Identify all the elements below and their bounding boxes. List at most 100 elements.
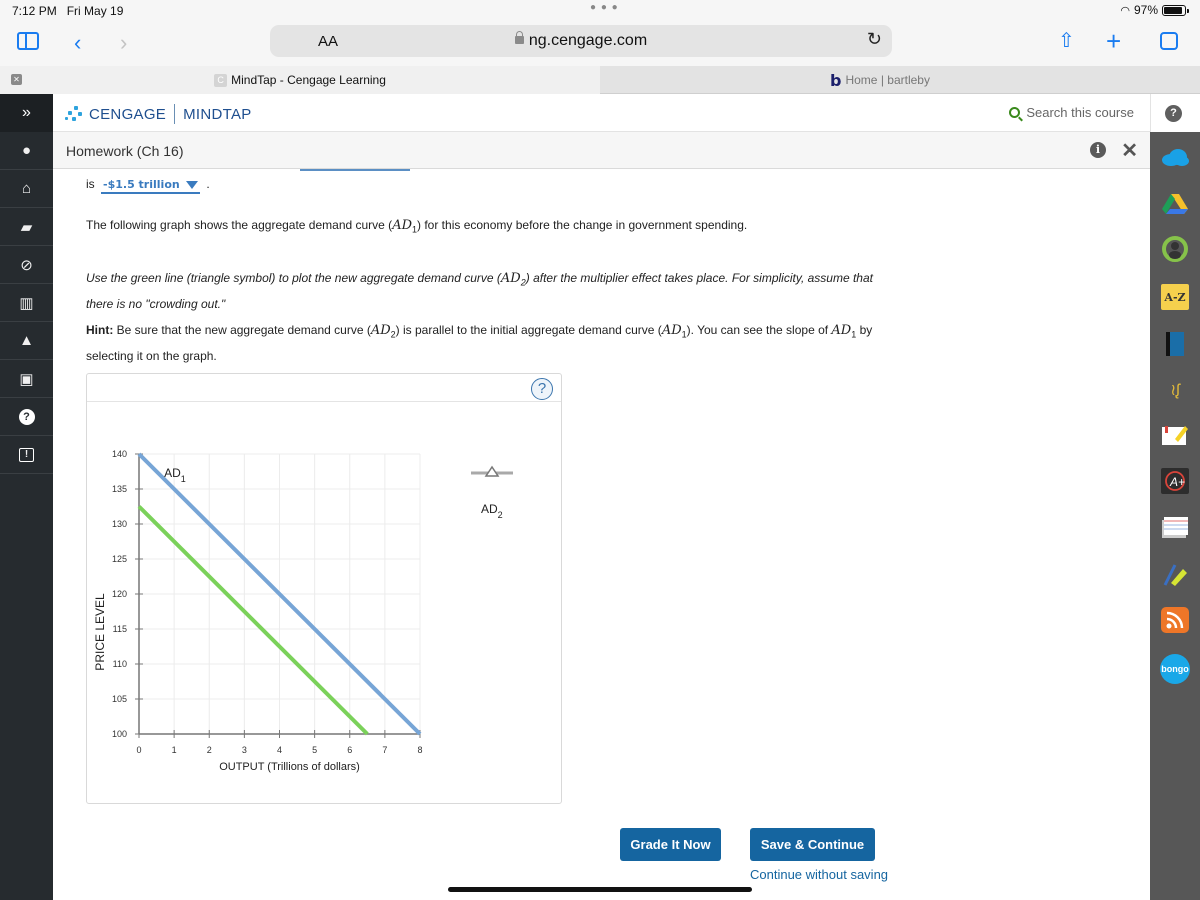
cengage-mindtap-logo[interactable]: CENGAGE MINDTAP: [65, 104, 252, 124]
tabs-overview-icon[interactable]: [1160, 32, 1178, 50]
reload-icon[interactable]: ↻: [867, 29, 882, 50]
home-icon: ⌂: [21, 180, 32, 197]
ad-chart[interactable]: 0 1 2 3 4 5 6 7 8 100 105 110 115 120 125 130 135 140 PRI…: [87, 402, 561, 802]
nav-compass[interactable]: ⊘: [0, 246, 53, 284]
tab-bartleby[interactable]: b Home | bartleby: [600, 66, 1160, 94]
battery-percent: 97%: [1133, 3, 1158, 17]
series-line-ad2: [137, 505, 369, 736]
y-tick-label: 130: [112, 519, 127, 529]
briefcase-icon: ▣: [19, 370, 34, 388]
cengage-favicon-icon: C: [214, 73, 228, 87]
back-icon[interactable]: ‹: [74, 32, 81, 54]
x-axis-label: OUTPUT (Trillions of dollars): [219, 761, 360, 773]
x-tick-label: 7: [382, 745, 387, 755]
book-icon: ▰: [20, 218, 33, 236]
answer-dropdown[interactable]: -$1.5 trillion: [101, 178, 200, 194]
x-tick-label: 6: [347, 745, 352, 755]
tab-bar: ✕ C MindTap - Cengage Learning b Home | …: [0, 66, 1200, 94]
glossary-icon[interactable]: A-Z: [1161, 284, 1189, 310]
continue-without-saving-link[interactable]: Continue without saving: [750, 867, 888, 882]
open-book-icon: ▥: [19, 294, 34, 312]
y-tick-label: 135: [112, 484, 127, 494]
nav-home[interactable]: ⌂: [0, 170, 53, 208]
feedback-icon: !: [19, 447, 34, 462]
x-tick-label: 0: [136, 745, 141, 755]
graph-panel: ? 0 1 2 3 4 5 6 7 8 100 105 110 115 120 125 130 135 140 P…: [86, 373, 562, 804]
compass-icon: ⊘: [20, 256, 33, 274]
notes-icon[interactable]: [1161, 422, 1189, 448]
y-axis-label: PRICE LEVEL: [93, 593, 107, 671]
help-area: ?: [1150, 94, 1200, 132]
ebook-icon[interactable]: [1161, 331, 1189, 357]
onedrive-icon[interactable]: [1161, 144, 1189, 170]
dropdown-arrow-icon: [185, 181, 198, 189]
answer-line: is -$1.5 trillion .: [86, 177, 210, 194]
flashcards-icon[interactable]: [1161, 514, 1189, 540]
info-icon[interactable]: i: [1090, 142, 1106, 158]
url-text[interactable]: ng.cengage.com: [270, 31, 892, 50]
x-tick-label: 3: [242, 745, 247, 755]
cengage-logo-icon: [65, 106, 83, 122]
chart-ticks: 0 1 2 3 4 5 6 7 8 100 105 110 115 120 125 130 135 140: [112, 449, 423, 755]
question-content: is -$1.5 trillion . The following graph …: [53, 169, 1150, 900]
search-icon: [1009, 107, 1021, 118]
forward-icon[interactable]: ›: [120, 32, 127, 54]
google-drive-icon[interactable]: [1161, 191, 1189, 217]
left-nav: » ● ⌂ ▰ ⊘ ▥ ▲ ▣ ? !: [0, 94, 53, 900]
graph-help-button[interactable]: ?: [531, 378, 553, 400]
lock-icon: [514, 31, 524, 44]
y-tick-label: 120: [112, 589, 127, 599]
nav-career[interactable]: ▣: [0, 360, 53, 398]
x-tick-label: 2: [207, 745, 212, 755]
course-search[interactable]: Search this course: [1009, 105, 1134, 120]
activity-header: Homework (Ch 16) i ✕: [53, 132, 1150, 169]
status-bar: 7:12 PM Fri May 19 ● ● ● ◠ 97%: [0, 0, 1200, 22]
sidebar-toggle-icon[interactable]: [17, 32, 39, 50]
home-indicator[interactable]: [448, 887, 752, 892]
prior-content-edge: [53, 169, 1150, 171]
tab-mindtap[interactable]: ✕ C MindTap - Cengage Learning: [0, 66, 600, 94]
expand-nav-button[interactable]: »: [0, 94, 53, 132]
rss-icon[interactable]: [1161, 607, 1189, 633]
nav-reader[interactable]: ▥: [0, 284, 53, 322]
nav-grades[interactable]: ▲: [0, 322, 53, 360]
multitask-dots[interactable]: ● ● ●: [590, 2, 619, 13]
progress-icon[interactable]: [1161, 236, 1189, 262]
app-header: CENGAGE MINDTAP Search this course: [53, 94, 1150, 132]
x-tick-label: 5: [312, 745, 317, 755]
y-tick-label: 115: [113, 624, 127, 634]
close-tab-icon[interactable]: ✕: [11, 74, 22, 85]
y-tick-label: 105: [112, 694, 127, 704]
x-tick-label: 1: [172, 745, 177, 755]
aplia-icon[interactable]: A+: [1161, 468, 1189, 494]
nav-profile[interactable]: ●: [0, 132, 53, 170]
grade-it-now-button[interactable]: Grade It Now: [620, 828, 721, 861]
graduation-cap-icon: ▲: [19, 332, 34, 349]
graph-toolbar: ?: [87, 374, 561, 402]
nav-book[interactable]: ▰: [0, 208, 53, 246]
y-tick-label: 125: [112, 554, 127, 564]
activity-title: Homework (Ch 16): [66, 143, 184, 159]
bongo-icon[interactable]: bongo: [1160, 654, 1190, 684]
address-bar[interactable]: AA ng.cengage.com ↻: [270, 25, 892, 57]
question-icon: ?: [18, 408, 35, 425]
instruction-paragraph-1: The following graph shows the aggregate …: [86, 218, 748, 235]
close-icon[interactable]: ✕: [1121, 138, 1138, 163]
nav-help[interactable]: ?: [0, 398, 53, 436]
svg-text:A+: A+: [1169, 475, 1185, 489]
ad2-drawing-tool[interactable]: AD2: [471, 465, 513, 520]
hint-paragraph: Hint: Be sure that the new aggregate dem…: [86, 323, 873, 364]
y-tick-label: 110: [113, 659, 127, 669]
status-time: 7:12 PM Fri May 19: [12, 4, 124, 18]
browser-toolbar: ‹ › AA ng.cengage.com ↻ ⇧ +: [0, 22, 1200, 66]
x-tick-label: 4: [277, 745, 282, 755]
help-icon[interactable]: ?: [1165, 105, 1182, 122]
readspeaker-icon[interactable]: ≀ᶘ: [1161, 377, 1189, 403]
screen: 7:12 PM Fri May 19 ● ● ● ◠ 97% ‹ › AA ng…: [0, 0, 1200, 900]
share-icon[interactable]: ⇧: [1058, 30, 1075, 52]
highlighter-icon[interactable]: [1161, 561, 1189, 587]
new-tab-icon[interactable]: +: [1106, 28, 1121, 54]
save-and-continue-button[interactable]: Save & Continue: [750, 828, 875, 861]
nav-feedback[interactable]: !: [0, 436, 53, 474]
app-dock: ? A-Z ≀ᶘ A+ bongo: [1150, 94, 1200, 900]
